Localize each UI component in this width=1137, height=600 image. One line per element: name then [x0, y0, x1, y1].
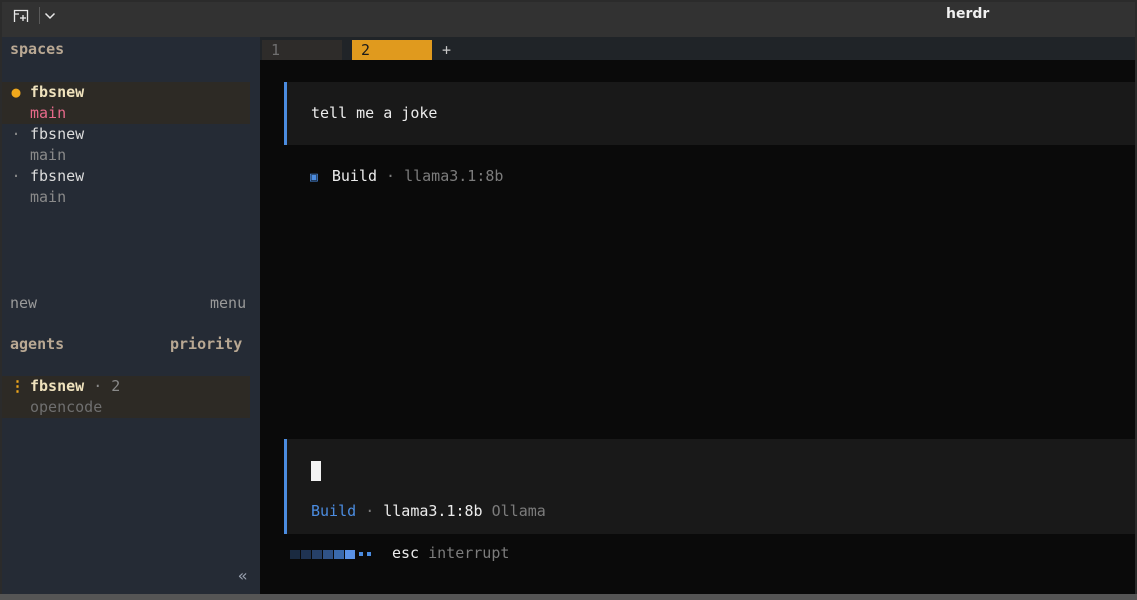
tab-2[interactable]: 2: [352, 40, 432, 60]
agents-header: agents: [10, 335, 65, 353]
collapse-sidebar-button[interactable]: «: [238, 566, 248, 585]
model-label: llama3.1:8b: [404, 167, 504, 185]
input-model[interactable]: llama3.1:8b: [383, 502, 482, 520]
titlebar-divider: [39, 7, 40, 24]
app-title: herdr: [946, 6, 990, 22]
activity-segment-2: [301, 549, 311, 559]
menu-button[interactable]: menu: [210, 294, 246, 312]
agent-item[interactable]: ⋮ fbsnew · 2: [2, 376, 250, 397]
tab-bar: 1 2 +: [260, 37, 1135, 60]
new-tab-icon: [13, 9, 29, 22]
agent-tool: opencode: [30, 398, 103, 416]
sep: ·: [365, 502, 375, 520]
space-item[interactable]: · fbsnew: [2, 124, 250, 145]
space-branch-row[interactable]: main: [2, 103, 250, 124]
chevron-down-icon: [44, 12, 56, 20]
activity-segment-4: [323, 549, 333, 559]
agent-count: 2: [111, 377, 121, 395]
add-tab-button[interactable]: +: [442, 40, 451, 60]
user-message-text: tell me a joke: [311, 104, 438, 122]
terminal-pane[interactable]: tell me a joke ▣ Build · llama3.1:8b Buil…: [260, 60, 1135, 594]
active-space-dot: ●: [11, 83, 21, 101]
input-mode[interactable]: Build: [311, 502, 356, 520]
assistant-header: ▣ Build · llama3.1:8b: [310, 167, 503, 185]
space-branch: main: [30, 104, 67, 122]
space-bullet: ·: [11, 167, 21, 185]
space-item[interactable]: · fbsnew: [2, 166, 250, 187]
space-name: fbsnew: [30, 167, 85, 185]
space-branch-row[interactable]: main: [2, 145, 250, 166]
space-branch-row[interactable]: main: [2, 187, 250, 208]
text-cursor: [311, 461, 321, 481]
window-bottom-edge: [0, 594, 1137, 600]
interrupt-label: interrupt: [428, 544, 510, 562]
space-item[interactable]: ● fbsnew: [2, 82, 250, 103]
input-provider: Ollama: [491, 502, 546, 520]
tab-1[interactable]: 1: [262, 40, 342, 60]
tab-menu-button[interactable]: [42, 6, 58, 26]
app-window: herdr spaces ● fbsnew main · fbsnew main…: [2, 2, 1135, 594]
activity-spinner: [290, 548, 371, 560]
sidebar: spaces ● fbsnew main · fbsnew main · fbs…: [2, 37, 260, 594]
agent-name: fbsnew: [30, 377, 85, 395]
space-name: fbsnew: [30, 125, 85, 143]
agent-sep: ·: [93, 377, 103, 395]
space-branch: main: [30, 146, 67, 164]
interrupt-hint: esc interrupt: [392, 544, 509, 562]
agent-title: fbsnew · 2: [30, 376, 120, 397]
prompt-input[interactable]: Build · llama3.1:8b Ollama: [284, 439, 1135, 534]
agent-status-indicator: ⋮: [10, 377, 25, 395]
mode-label: Build: [331, 167, 377, 185]
activity-dot-1: [359, 552, 363, 556]
activity-segment-6: [345, 549, 355, 559]
build-icon: ▣: [310, 170, 318, 185]
agent-tool-row[interactable]: opencode: [2, 397, 250, 418]
activity-dot-2: [367, 552, 371, 556]
input-status: Build · llama3.1:8b Ollama: [311, 502, 546, 520]
spaces-header: spaces: [10, 40, 65, 58]
interrupt-key: esc: [392, 544, 420, 562]
activity-segment-5: [334, 549, 344, 559]
space-bullet: ·: [11, 125, 21, 143]
activity-segment-1: [290, 549, 300, 559]
user-message: tell me a joke: [284, 82, 1135, 145]
activity-segment-3: [312, 549, 322, 559]
space-name: fbsnew: [30, 83, 85, 101]
new-space-button[interactable]: new: [10, 294, 37, 312]
sep: ·: [386, 167, 396, 185]
priority-sort-button[interactable]: priority: [170, 335, 242, 353]
new-tab-button[interactable]: [10, 6, 32, 26]
title-bar: herdr: [2, 2, 1135, 37]
space-branch: main: [30, 188, 67, 206]
